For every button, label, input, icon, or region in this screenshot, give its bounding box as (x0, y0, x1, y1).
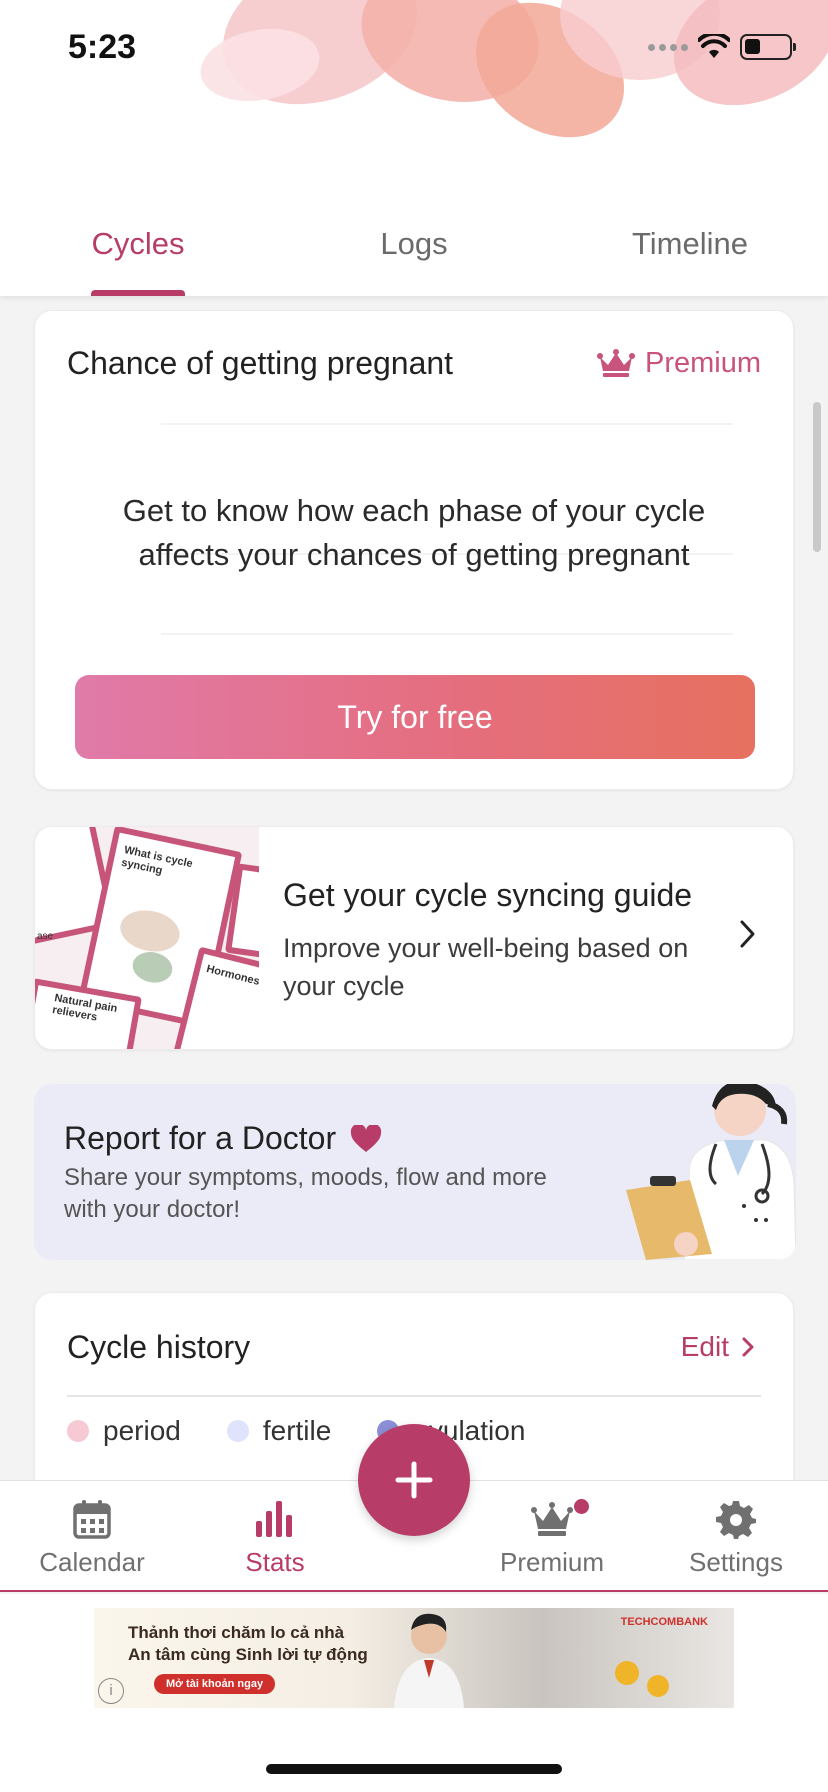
edit-label: Edit (680, 1331, 729, 1362)
add-log-button[interactable] (358, 1424, 470, 1536)
nav-label: Premium (499, 1547, 604, 1577)
nav-label: Calendar (39, 1547, 145, 1577)
tab-label: Cycles (91, 226, 185, 261)
coin-icon (647, 1675, 669, 1697)
image-text: ase (37, 931, 54, 942)
tab-timeline[interactable]: Timeline (552, 210, 828, 296)
legend-label: fertile (262, 1415, 332, 1446)
scrollbar[interactable] (813, 402, 821, 552)
card-title: Chance of getting pregnant (67, 345, 454, 381)
header: 5:23 Cycles Logs Timeline (0, 0, 828, 296)
legend-item-fertile: fertile (226, 1415, 332, 1447)
tab-label: Timeline (632, 226, 748, 261)
guide-subtitle: Improve your well-being based on your cy… (283, 933, 689, 1001)
active-tab-indicator (91, 290, 185, 296)
pregnancy-chance-card: Chance of getting pregnant Premium Get t… (34, 310, 794, 790)
chevron-right-icon (740, 920, 755, 948)
nav-label: Stats (245, 1547, 305, 1577)
report-title-row: Report for a Doctor (64, 1120, 382, 1157)
coin-icon (615, 1661, 639, 1685)
notification-dot (574, 1499, 589, 1514)
cycle-legend: period fertile ovulation (67, 1415, 525, 1447)
info-icon[interactable]: i (98, 1678, 124, 1704)
ad-cta-button[interactable]: Mở tài khoản ngay (154, 1674, 276, 1694)
ad-line-1: Thảnh thơi chăm lo cả nhà (128, 1623, 345, 1642)
nav-stats[interactable]: Stats (200, 1499, 350, 1578)
wifi-icon (698, 34, 730, 58)
nav-premium[interactable]: Premium (477, 1499, 627, 1578)
card-description: Get to know how each phase of your cycle… (122, 493, 706, 572)
ad-area: Thảnh thơi chăm lo cả nhà An tâm cùng Si… (0, 1594, 828, 1792)
stats-icon (256, 1501, 292, 1537)
ad-line-2: An tâm cùng Sinh lời tự động (128, 1645, 368, 1664)
guide-booklet-image: What is cycle syncing Hormones Natural p… (35, 827, 259, 1049)
nav-label: Settings (689, 1547, 783, 1577)
ad-brand: TECHCOMBANK (620, 1616, 708, 1628)
premium-label: Premium (644, 347, 761, 379)
fertile-dot (226, 1420, 249, 1442)
report-subtitle: Share your symptoms, moods, flow and mor… (64, 1164, 547, 1223)
ad-text: Thảnh thơi chăm lo cả nhà An tâm cùng Si… (128, 1622, 368, 1666)
status-time: 5:23 (68, 28, 137, 66)
nav-calendar[interactable]: Calendar (17, 1499, 167, 1578)
period-dot (67, 1420, 89, 1442)
gear-icon (716, 1501, 756, 1539)
premium-badge: Premium (596, 347, 761, 380)
heart-icon (350, 1124, 382, 1152)
chevron-right-icon (742, 1337, 754, 1357)
nav-settings[interactable]: Settings (661, 1499, 811, 1578)
plus-icon (395, 1461, 433, 1499)
ad-person-image (394, 1613, 464, 1708)
report-for-doctor-card[interactable]: Report for a Doctor Share your symptoms,… (34, 1084, 796, 1260)
guide-title: Get your cycle syncing guide (283, 877, 693, 913)
image-text: Natural pain relievers (51, 992, 119, 1024)
image-text: What is cycle syncing (120, 844, 194, 878)
tab-logs[interactable]: Logs (276, 210, 552, 296)
divider (67, 1395, 761, 1397)
cycle-syncing-guide-card[interactable]: What is cycle syncing Hormones Natural p… (34, 826, 794, 1050)
status-icons (648, 34, 796, 60)
tab-label: Logs (380, 226, 448, 261)
header-flower-image (200, 0, 828, 140)
try-for-free-button[interactable]: Try for free (75, 675, 755, 759)
tab-cycles[interactable]: Cycles (0, 210, 276, 296)
calendar-icon (73, 1500, 111, 1539)
home-indicator[interactable] (266, 1764, 562, 1774)
legend-item-period: period (67, 1415, 181, 1447)
ad-banner[interactable]: Thảnh thơi chăm lo cả nhà An tâm cùng Si… (94, 1608, 734, 1708)
cycle-history-title: Cycle history (67, 1329, 251, 1365)
battery-icon (740, 34, 796, 60)
image-text: Hormones (205, 963, 259, 988)
report-title: Report for a Doctor (64, 1120, 337, 1156)
legend-label: period (103, 1415, 181, 1446)
stats-tabs: Cycles Logs Timeline (0, 210, 828, 296)
crown-icon (531, 1502, 573, 1536)
cellular-signal-icon (648, 43, 688, 51)
doctor-illustration (626, 1084, 796, 1260)
crown-icon (596, 348, 635, 377)
edit-button[interactable]: Edit (681, 1331, 755, 1363)
